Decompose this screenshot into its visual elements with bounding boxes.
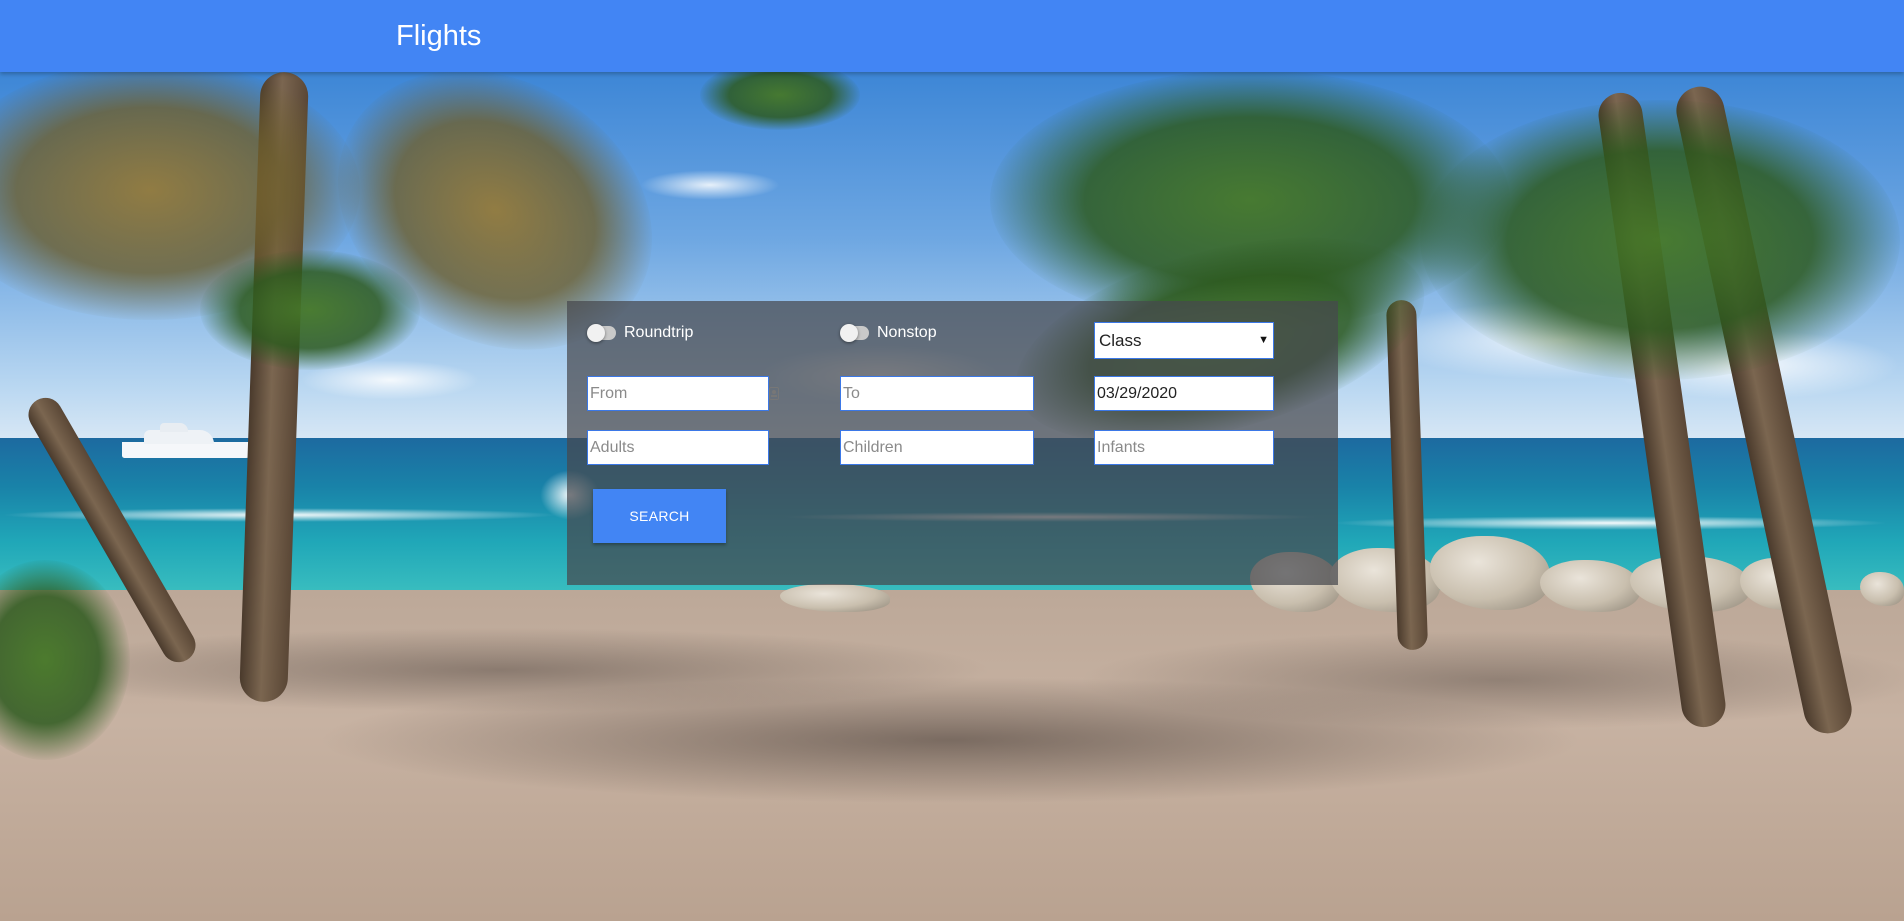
class-select[interactable]: Class ▼: [1094, 322, 1274, 359]
infants-input[interactable]: [1094, 430, 1274, 465]
yacht: [122, 420, 262, 458]
to-input[interactable]: [840, 376, 1034, 411]
flight-search-panel: Roundtrip Nonstop Class ▼ SEARCH: [567, 301, 1338, 585]
departure-date-input[interactable]: [1094, 376, 1274, 411]
roundtrip-toggle-row[interactable]: Roundtrip: [587, 323, 694, 343]
search-button[interactable]: SEARCH: [593, 489, 726, 543]
app-title: Flights: [396, 20, 482, 52]
children-input[interactable]: [840, 430, 1034, 465]
switch-knob: [587, 324, 605, 342]
nonstop-toggle-row[interactable]: Nonstop: [840, 323, 937, 343]
class-select-value: Class: [1099, 331, 1142, 350]
nonstop-switch[interactable]: [840, 324, 869, 342]
flights-page: Flights Roundtrip Nonstop Class ▼ SEARCH: [0, 0, 1904, 921]
app-header: Flights: [0, 0, 1904, 72]
from-input[interactable]: [587, 376, 769, 411]
roundtrip-label: Roundtrip: [624, 324, 694, 341]
dropdown-arrow-icon: ▼: [1258, 334, 1269, 346]
adults-input[interactable]: [587, 430, 769, 465]
nonstop-label: Nonstop: [877, 324, 937, 341]
roundtrip-switch[interactable]: [587, 324, 616, 342]
switch-knob: [840, 324, 858, 342]
from-field-wrapper: [587, 376, 779, 411]
contact-card-icon[interactable]: [769, 387, 779, 400]
